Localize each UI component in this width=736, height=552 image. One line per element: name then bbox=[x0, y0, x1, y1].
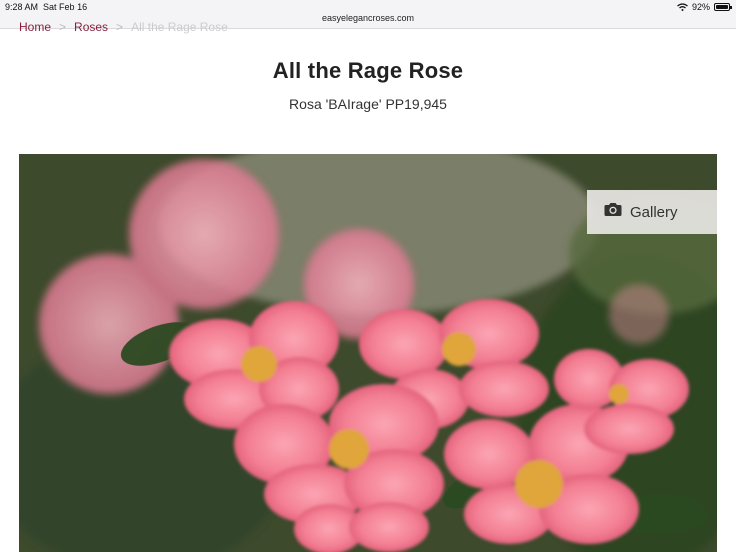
breadcrumb: Home > Roses > All the Rage Rose bbox=[19, 20, 228, 36]
breadcrumb-home[interactable]: Home bbox=[19, 20, 51, 36]
battery-percent: 92% bbox=[691, 2, 710, 12]
status-date: Sat Feb 16 bbox=[43, 2, 88, 12]
breadcrumb-separator: > bbox=[116, 20, 124, 34]
status-indicators: 92% bbox=[677, 2, 732, 12]
breadcrumb-roses[interactable]: Roses bbox=[74, 20, 108, 36]
gallery-button[interactable]: Gallery bbox=[587, 190, 717, 234]
status-time: 9:28 AM Sat Feb 16 bbox=[5, 2, 87, 12]
product-subtitle: Rosa 'BAIrage' PP19,945 bbox=[289, 96, 447, 112]
page-title: All the Rage Rose bbox=[272, 58, 464, 83]
wifi-icon bbox=[677, 3, 688, 11]
breadcrumb-separator: > bbox=[59, 20, 67, 34]
breadcrumb-current: All the Rage Rose bbox=[131, 20, 228, 34]
gallery-label: Gallery bbox=[630, 203, 678, 221]
status-time-text: 9:28 AM bbox=[5, 2, 39, 12]
camera-icon bbox=[604, 202, 622, 222]
battery-icon bbox=[714, 3, 732, 11]
